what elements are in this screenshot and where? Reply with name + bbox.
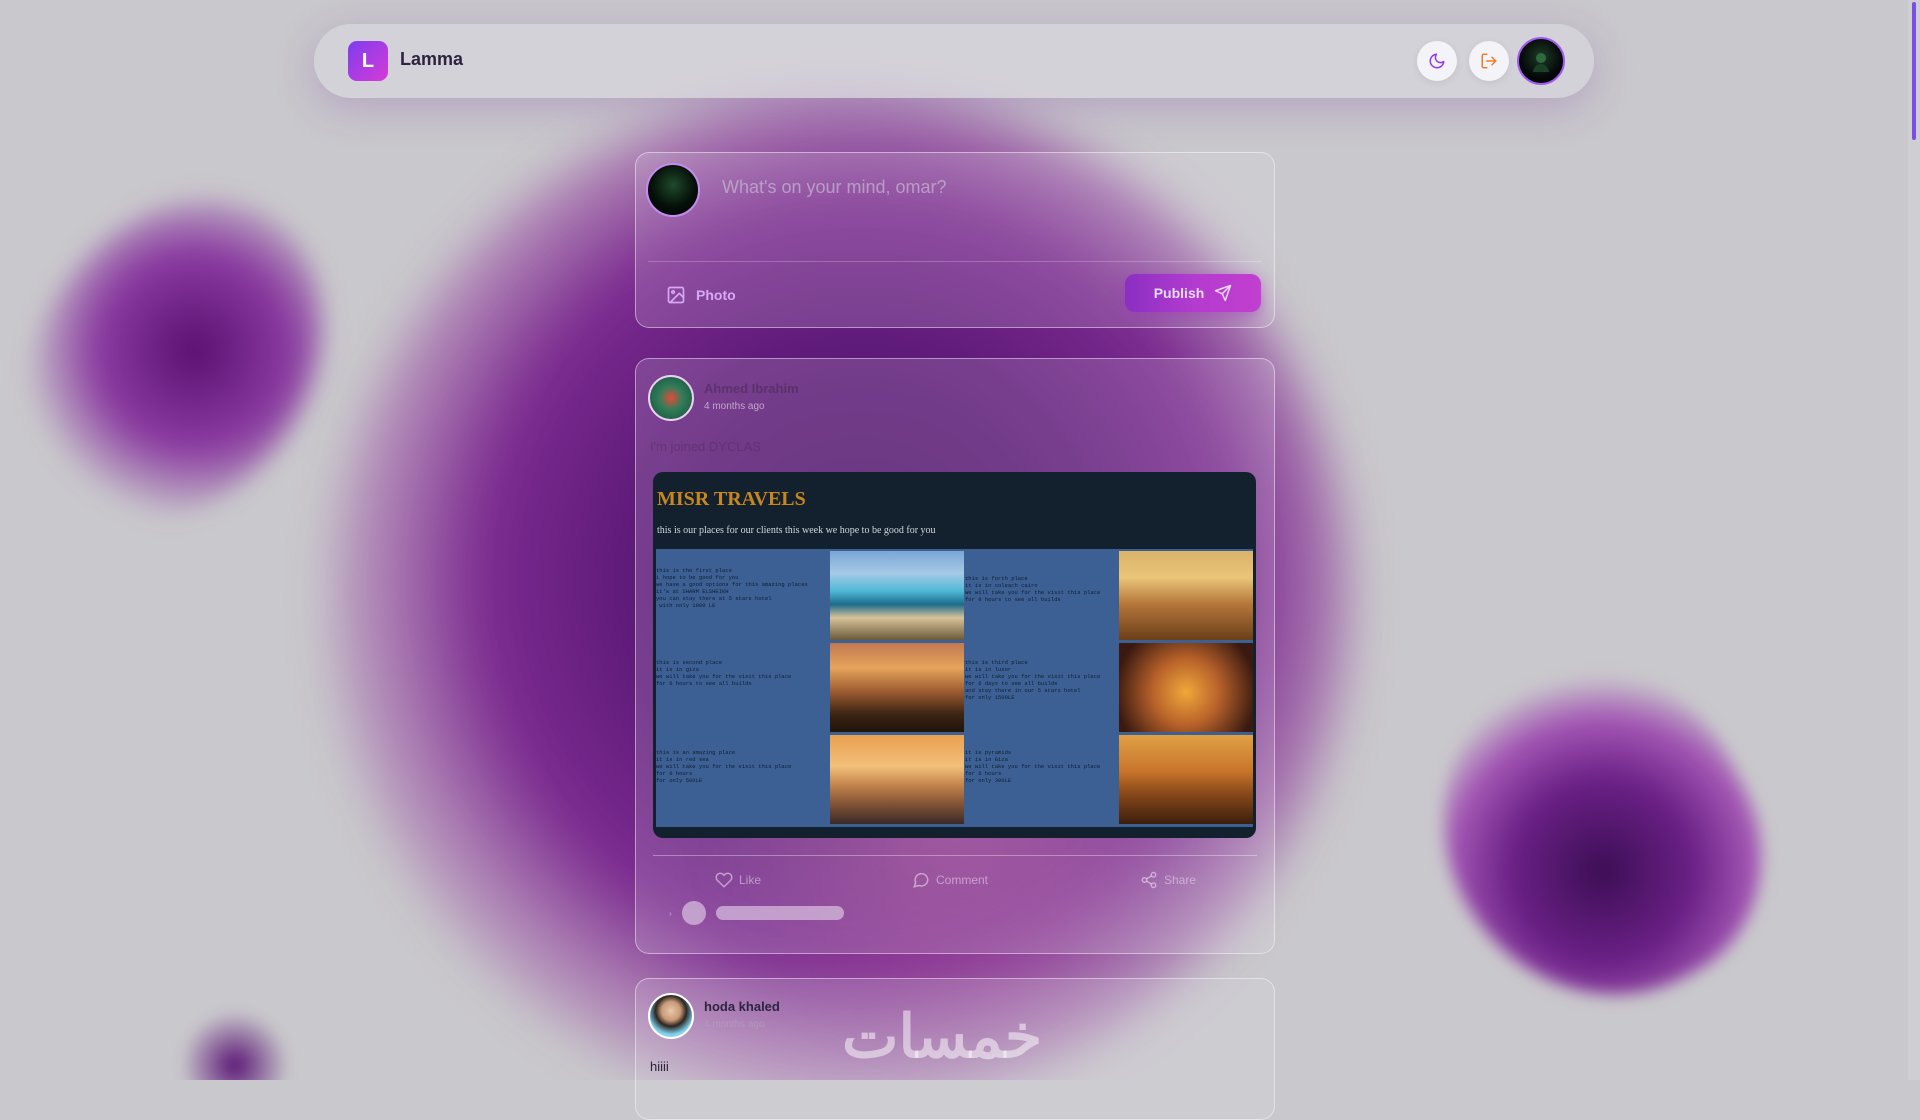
like-button[interactable]: Like — [715, 871, 761, 889]
image-subtitle: this is our places for our clients this … — [657, 525, 936, 536]
grid-photo-temple — [1119, 643, 1253, 732]
share-button[interactable]: Share — [1140, 871, 1196, 889]
post-timestamp: 4 months ago — [704, 401, 765, 412]
comment-label: Comment — [936, 873, 989, 887]
post-author[interactable]: hoda khaled — [704, 999, 780, 1014]
grid-photo-pyramids — [1119, 735, 1253, 824]
send-icon — [1215, 284, 1232, 302]
author-avatar[interactable] — [648, 993, 694, 1039]
post-author[interactable]: Ahmed Ibrahim — [704, 381, 799, 396]
publish-label: Publish — [1153, 285, 1205, 301]
top-navbar: L Lamma — [314, 24, 1594, 98]
grid-text: it is pyramids it is in Giza we will tak… — [965, 749, 1101, 784]
avatar-figure-icon — [1533, 53, 1549, 72]
image-title: MISR TRAVELS — [657, 488, 806, 510]
divider — [653, 855, 1257, 856]
share-label: Share — [1164, 873, 1197, 887]
comment-skeleton-text — [716, 906, 844, 920]
grid-text: this is the first place i hope to be goo… — [656, 567, 808, 609]
comment-button[interactable]: Comment — [912, 871, 988, 889]
post-image[interactable]: MISR TRAVELS this is our places for our … — [653, 472, 1256, 838]
post-input[interactable]: What's on your mind, omar? — [722, 177, 947, 198]
app-name[interactable]: Lamma — [400, 49, 463, 70]
grid-photo-beach — [830, 551, 964, 640]
user-avatar[interactable] — [1517, 37, 1565, 85]
logout-button[interactable] — [1469, 41, 1509, 81]
post-card: Ahmed Ibrahim 4 months ago I'm joined DY… — [635, 358, 1275, 954]
scrollbar[interactable] — [1908, 0, 1920, 1080]
composer-avatar — [646, 163, 700, 217]
share-icon — [1141, 871, 1157, 889]
photo-label: Photo — [696, 287, 736, 303]
watermark-logo: خمسات — [842, 1003, 1043, 1070]
post-timestamp: 4 months ago — [704, 1019, 765, 1030]
grid-photo-sunset — [830, 643, 964, 732]
heart-icon — [715, 872, 733, 888]
divider — [648, 261, 1262, 262]
logout-icon — [1481, 53, 1497, 69]
background-blob — [0, 148, 370, 572]
post-text: hiiii — [650, 1059, 669, 1074]
grid-text: this is forth place it is in coleach cai… — [965, 575, 1101, 603]
moon-icon — [1429, 53, 1445, 69]
post-composer: What's on your mind, omar? Photo Publish — [635, 152, 1275, 328]
grid-text: this is an amazing place it is in red se… — [656, 749, 792, 784]
publish-button[interactable]: Publish — [1125, 274, 1261, 312]
theme-toggle-button[interactable] — [1417, 41, 1457, 81]
post-text: I'm joined DYCLAS — [650, 439, 761, 454]
grid-text: this is third place it is in luxor we wi… — [965, 659, 1101, 701]
grid-photo-ship — [830, 735, 964, 824]
grid-photo-mosque — [1119, 551, 1253, 640]
grid-text: this is second place it is in giza we wi… — [656, 659, 792, 687]
app-logo[interactable]: L — [348, 41, 388, 81]
background-blob — [1390, 618, 1810, 1052]
comment-skeleton-avatar — [682, 901, 706, 925]
background-blob — [180, 1010, 290, 1080]
comment-icon — [913, 872, 929, 888]
author-avatar[interactable] — [648, 375, 694, 421]
scrollbar-thumb[interactable] — [1912, 2, 1916, 140]
image-icon — [667, 286, 685, 304]
add-photo-button[interactable]: Photo — [666, 285, 736, 305]
image-grid: this is the first place i hope to be goo… — [656, 549, 1253, 827]
like-label: Like — [739, 873, 762, 887]
loading-indicator: › — [669, 909, 672, 918]
